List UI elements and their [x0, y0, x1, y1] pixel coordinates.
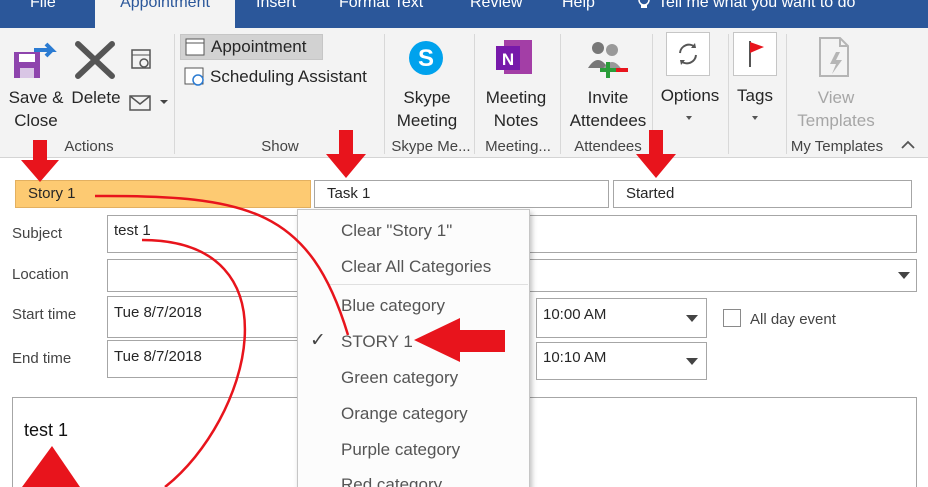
- menu-separator: [328, 284, 528, 285]
- tab-appointment[interactable]: Appointment: [95, 0, 235, 30]
- subject-label: Subject: [12, 225, 63, 242]
- menu-clear-category[interactable]: Clear "Story 1": [341, 221, 452, 241]
- notes-text: test 1: [24, 420, 69, 440]
- tab-format-text[interactable]: Format Text: [339, 0, 423, 28]
- menu-item-red-category[interactable]: Red category: [341, 475, 442, 487]
- start-time-select[interactable]: 10:00 AM: [536, 298, 707, 338]
- appointment-view-button[interactable]: Appointment: [180, 34, 323, 60]
- category-bar-task[interactable]: Task 1: [314, 180, 609, 208]
- view-templates-icon: [819, 37, 849, 77]
- menu-item-purple-category[interactable]: Purple category: [341, 440, 460, 460]
- location-label: Location: [12, 266, 69, 283]
- menu-item-story-1[interactable]: STORY 1: [341, 332, 413, 352]
- meeting-group-label: Meeting...: [485, 138, 551, 155]
- menu-clear-all-categories[interactable]: Clear All Categories: [341, 257, 491, 277]
- delete-x-icon: [75, 41, 115, 79]
- appointment-icon: [185, 38, 205, 56]
- end-time-chevron-down-icon[interactable]: [686, 358, 698, 365]
- skype-icon: S: [409, 41, 443, 75]
- svg-text:N: N: [502, 50, 514, 69]
- ribbon-separator: [652, 34, 653, 154]
- ribbon: Save & Close Delete Actions Appointment …: [0, 28, 928, 158]
- checkmark-icon: ✓: [310, 330, 326, 351]
- ribbon-separator: [384, 34, 385, 154]
- scheduling-assistant-button[interactable]: Scheduling Assistant: [180, 65, 380, 91]
- all-day-checkbox[interactable]: [723, 309, 741, 327]
- scheduling-assistant-icon: [184, 67, 204, 86]
- location-dropdown-arrow-icon[interactable]: [898, 272, 910, 279]
- invite-attendees-icon: [588, 42, 628, 78]
- ribbon-tab-bar: File Appointment Insert Format Text Revi…: [0, 0, 928, 30]
- ribbon-separator: [560, 34, 561, 154]
- end-date-input[interactable]: Tue 8/7/2018: [107, 340, 302, 378]
- collapse-ribbon-icon[interactable]: [900, 138, 916, 152]
- ribbon-separator: [174, 34, 175, 154]
- calendar-search-icon[interactable]: [130, 48, 154, 72]
- actions-group-label: Actions: [64, 138, 114, 155]
- menu-item-green-category[interactable]: Green category: [341, 368, 458, 388]
- category-bar-story[interactable]: Story 1: [15, 180, 311, 208]
- tab-review[interactable]: Review: [470, 0, 522, 28]
- templates-group-label: My Templates: [790, 138, 884, 155]
- tab-insert[interactable]: Insert: [256, 0, 296, 28]
- tab-file[interactable]: File: [30, 0, 56, 28]
- lightbulb-icon: [638, 0, 650, 8]
- menu-item-blue-category[interactable]: Blue category: [341, 296, 445, 316]
- start-date-input[interactable]: Tue 8/7/2018: [107, 296, 302, 338]
- start-time-label: Start time: [12, 306, 77, 323]
- skype-group-label: Skype Me...: [391, 138, 471, 155]
- svg-text:S: S: [418, 45, 434, 72]
- forward-mail-icon[interactable]: [128, 90, 168, 114]
- menu-item-orange-category[interactable]: Orange category: [341, 404, 468, 424]
- category-dropdown-menu: Clear "Story 1" Clear All Categories Blu…: [297, 209, 530, 487]
- onenote-icon: N: [496, 40, 532, 74]
- show-group-label: Show: [261, 138, 299, 155]
- ribbon-separator: [474, 34, 475, 154]
- start-time-chevron-down-icon[interactable]: [686, 315, 698, 322]
- tags-chevron-down-icon: [752, 116, 758, 120]
- attendees-group-label: Attendees: [574, 138, 642, 155]
- options-chevron-down-icon: [686, 116, 692, 120]
- ribbon-separator: [786, 34, 787, 154]
- save-close-icon: [14, 42, 57, 78]
- flag-icon: [749, 41, 764, 67]
- tab-help[interactable]: Help: [562, 0, 595, 28]
- end-time-select[interactable]: 10:10 AM: [536, 342, 707, 380]
- end-time-label: End time: [12, 350, 72, 367]
- category-bar-status[interactable]: Started: [613, 180, 912, 208]
- sync-options-icon: [679, 43, 697, 65]
- all-day-label: All day event: [750, 311, 836, 328]
